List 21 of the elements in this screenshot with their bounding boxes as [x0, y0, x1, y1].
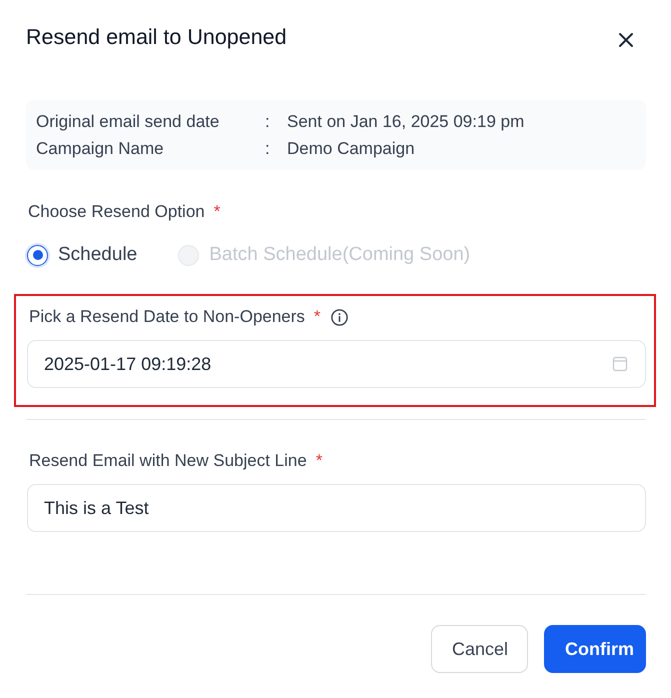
subject-field[interactable]: This is a Test [27, 484, 646, 532]
cancel-button[interactable]: Cancel [431, 625, 528, 673]
radio-label: Batch Schedule(Coming Soon) [209, 243, 470, 267]
separator-colon: : [265, 111, 270, 133]
field-label: Resend Email with New Subject Line [29, 450, 307, 472]
field-label: Choose Resend Option [28, 201, 205, 223]
required-mark: * [314, 306, 321, 328]
confirm-button[interactable]: Confirm [544, 625, 646, 673]
radio-label: Schedule [58, 243, 138, 267]
field-label: Pick a Resend Date to Non-Openers [29, 306, 305, 328]
date-field[interactable]: 2025-01-17 09:19:28 [27, 340, 646, 388]
summary-label: Original email send date [36, 111, 220, 133]
radio-button[interactable] [27, 244, 48, 266]
summary-label: Campaign Name [36, 138, 164, 160]
dialog-title: Resend email to Unopened [26, 24, 287, 51]
required-mark: * [316, 450, 322, 472]
summary-value: Sent on Jan 16, 2025 09:19 pm [287, 111, 524, 133]
required-mark: * [214, 201, 220, 223]
close-icon[interactable] [618, 32, 634, 48]
summary-value: Demo Campaign [287, 138, 415, 160]
separator-colon: : [265, 138, 270, 160]
